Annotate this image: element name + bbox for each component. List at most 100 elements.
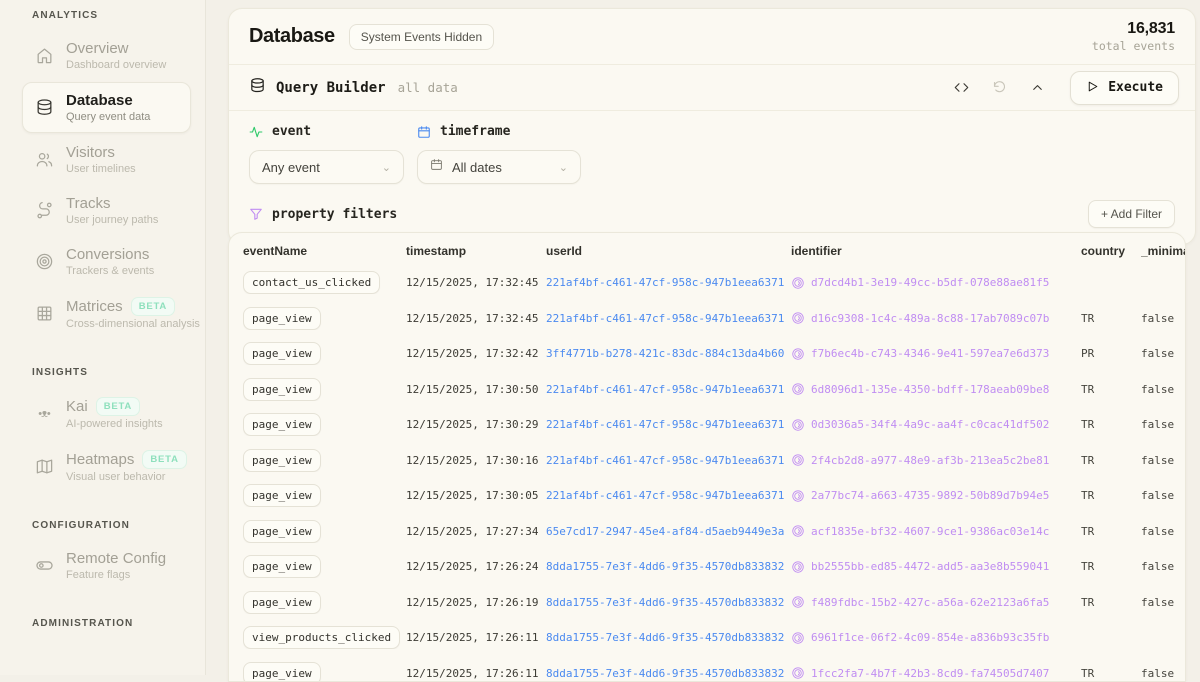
table-row[interactable]: page_view 12/15/2025, 17:30:29221af4bf-c4…: [229, 407, 1185, 443]
execute-button[interactable]: Execute: [1070, 71, 1179, 105]
beta-badge: BETA: [96, 397, 140, 416]
identifier-link[interactable]: f7b6ec4b-c743-4346-9e41-597ea7e6d373: [791, 347, 1081, 361]
sidebar-item-remote-config[interactable]: Remote ConfigFeature flags: [22, 541, 191, 590]
database-panel: Database System Events Hidden 16,831 tot…: [228, 8, 1196, 245]
sidebar-item-label: Conversions: [66, 246, 149, 263]
sidebar-item-matrices[interactable]: MatricesBETACross-dimensional analysis: [22, 288, 191, 339]
minimal-cell: false: [1141, 454, 1185, 467]
add-filter-button[interactable]: + Add Filter: [1088, 200, 1175, 228]
sidebar-item-tracks[interactable]: TracksUser journey paths: [22, 186, 191, 235]
sidebar-item-kai[interactable]: •ᴥ•KaiBETAAI-powered insights: [22, 388, 191, 439]
identifier-value: f489fdbc-15b2-427c-a56a-62e2123a6fa5: [811, 596, 1049, 609]
fingerprint-icon: [791, 311, 805, 325]
identifier-value: bb2555bb-ed85-4472-add5-aa3e8b559041: [811, 560, 1049, 573]
sidebar-item-database[interactable]: DatabaseQuery event data: [22, 82, 191, 133]
table-row[interactable]: page_view12/15/2025, 17:32:423ff4771b-b2…: [229, 336, 1185, 372]
table-row[interactable]: page_view 12/15/2025, 17:30:50221af4bf-c4…: [229, 372, 1185, 408]
table-row[interactable]: view_products_clicked12/15/2025, 17:26:1…: [229, 620, 1185, 656]
country-cell: TR: [1081, 667, 1141, 680]
user-id-link[interactable]: 8dda1755-7e3f-4dd6-9f35-4570db833832: [546, 596, 791, 609]
sidebar-item-subtitle: User journey paths: [66, 214, 158, 226]
event-select[interactable]: Any event ⌄: [249, 150, 404, 184]
table-row[interactable]: page_view12/15/2025, 17:30:16221af4bf-c4…: [229, 443, 1185, 479]
event-name-chip[interactable]: page_view: [243, 484, 321, 507]
timestamp-cell: 12/15/2025, 17:30:29: [406, 418, 546, 431]
sidebar-item-conversions[interactable]: Conversions Trackers & events: [22, 237, 191, 286]
event-name-chip[interactable]: page_view: [243, 662, 321, 682]
column-header-timestamp[interactable]: timestamp: [406, 244, 546, 258]
event-name-chip[interactable]: contact_us_clicked: [243, 271, 380, 294]
table-row[interactable]: page_view 12/15/2025, 17:26:118dda1755-7e…: [229, 656, 1185, 682]
user-id-link[interactable]: 8dda1755-7e3f-4dd6-9f35-4570db833832: [546, 667, 791, 680]
fingerprint-icon: [791, 524, 805, 538]
identifier-link[interactable]: 0d3036a5-34f4-4a9c-aa4f-c0cac41df502: [791, 418, 1081, 432]
column-header-eventname[interactable]: eventName: [243, 244, 406, 258]
timestamp-cell: 12/15/2025, 17:27:34: [406, 525, 546, 538]
identifier-value: 2f4cb2d8-a977-48e9-af3b-213ea5c2be81: [811, 454, 1049, 467]
sidebar-item-label: Visitors: [66, 144, 115, 161]
identifier-link[interactable]: 6961f1ce-06f2-4c09-854e-a836b93c35fb: [791, 631, 1081, 645]
event-name-chip[interactable]: page_view: [243, 591, 321, 614]
column-header-minimal[interactable]: _minimal: [1141, 244, 1185, 258]
page-header: Database System Events Hidden 16,831 tot…: [229, 9, 1195, 65]
event-field-label: event: [249, 124, 417, 139]
system-events-hidden-badge[interactable]: System Events Hidden: [349, 24, 494, 50]
event-name-chip[interactable]: page_view: [243, 449, 321, 472]
event-name-chip[interactable]: page_view: [243, 378, 321, 401]
timeframe-select[interactable]: All dates ⌄: [417, 150, 581, 184]
identifier-link[interactable]: 2a77bc74-a663-4735-9892-50b89d7b94e5: [791, 489, 1081, 503]
event-name-chip[interactable]: page_view: [243, 307, 321, 330]
table-row[interactable]: page_view12/15/2025, 17:26:198dda1755-7e…: [229, 585, 1185, 621]
identifier-link[interactable]: bb2555bb-ed85-4472-add5-aa3e8b559041: [791, 560, 1081, 574]
table-row[interactable]: page_view 12/15/2025, 17:32:45221af4bf-c4…: [229, 301, 1185, 337]
timestamp-cell: 12/15/2025, 17:32:45: [406, 312, 546, 325]
user-id-link[interactable]: 221af4bf-c461-47cf-958c-947b1eea6371: [546, 418, 791, 431]
user-id-link[interactable]: 3ff4771b-b278-421c-83dc-884c13da4b60: [546, 347, 791, 360]
query-builder-bar: Query Builder all data Execute: [229, 65, 1195, 111]
table-body: contact_us_clicked12/15/2025, 17:32:4522…: [229, 265, 1185, 682]
user-id-link[interactable]: 221af4bf-c461-47cf-958c-947b1eea6371: [546, 276, 791, 289]
table-row[interactable]: page_view12/15/2025, 17:26:248dda1755-7e…: [229, 549, 1185, 585]
column-header-country[interactable]: country: [1081, 244, 1141, 258]
event-name-chip[interactable]: view_products_clicked: [243, 626, 400, 649]
event-name-chip[interactable]: page_view: [243, 413, 321, 436]
event-name-chip[interactable]: page_view: [243, 520, 321, 543]
section-label-insights: INSIGHTS: [32, 367, 189, 378]
column-header-userid[interactable]: userId: [546, 244, 791, 258]
identifier-link[interactable]: f489fdbc-15b2-427c-a56a-62e2123a6fa5: [791, 595, 1081, 609]
event-name-chip[interactable]: page_view: [243, 342, 321, 365]
user-id-link[interactable]: 221af4bf-c461-47cf-958c-947b1eea6371: [546, 312, 791, 325]
timestamp-cell: 12/15/2025, 17:30:50: [406, 383, 546, 396]
chevron-down-icon: ⌄: [559, 161, 568, 174]
timestamp-cell: 12/15/2025, 17:26:11: [406, 667, 546, 680]
identifier-link[interactable]: d16c9308-1c4c-489a-8c88-17ab7089c07b: [791, 311, 1081, 325]
section-label-configuration: CONFIGURATION: [32, 520, 189, 531]
column-header-identifier[interactable]: identifier: [791, 244, 1081, 258]
user-id-link[interactable]: 8dda1755-7e3f-4dd6-9f35-4570db833832: [546, 631, 791, 644]
table-row[interactable]: page_view 12/15/2025, 17:27:3465e7cd17-29…: [229, 514, 1185, 550]
user-id-link[interactable]: 221af4bf-c461-47cf-958c-947b1eea6371: [546, 383, 791, 396]
database-icon: [249, 77, 266, 99]
sidebar-item-heatmaps[interactable]: HeatmapsBETAVisual user behavior: [22, 441, 191, 492]
identifier-value: d16c9308-1c4c-489a-8c88-17ab7089c07b: [811, 312, 1049, 325]
table-header-row: eventName timestamp userId identifier co…: [229, 233, 1185, 265]
user-id-link[interactable]: 8dda1755-7e3f-4dd6-9f35-4570db833832: [546, 560, 791, 573]
user-id-link[interactable]: 221af4bf-c461-47cf-958c-947b1eea6371: [546, 489, 791, 502]
code-view-icon[interactable]: [942, 73, 980, 103]
user-id-link[interactable]: 65e7cd17-2947-45e4-af84-d5aeb9449e3a: [546, 525, 791, 538]
user-id-link[interactable]: 221af4bf-c461-47cf-958c-947b1eea6371: [546, 454, 791, 467]
table-row[interactable]: page_view12/15/2025, 17:30:05221af4bf-c4…: [229, 478, 1185, 514]
identifier-link[interactable]: d7dcd4b1-3e19-49cc-b5df-078e88ae81f5: [791, 276, 1081, 290]
sidebar-item-visitors[interactable]: VisitorsUser timelines: [22, 135, 191, 184]
identifier-link[interactable]: 1fcc2fa7-4b7f-42b3-8cd9-fa74505d7407: [791, 666, 1081, 680]
event-name-chip[interactable]: page_view: [243, 555, 321, 578]
identifier-link[interactable]: 2f4cb2d8-a977-48e9-af3b-213ea5c2be81: [791, 453, 1081, 467]
table-row[interactable]: contact_us_clicked12/15/2025, 17:32:4522…: [229, 265, 1185, 301]
fingerprint-icon: [791, 453, 805, 467]
identifier-link[interactable]: 6d8096d1-135e-4350-bdff-178aeab09be8: [791, 382, 1081, 396]
identifier-link[interactable]: acf1835e-bf32-4607-9ce1-9386ac03e14c: [791, 524, 1081, 538]
reset-icon[interactable]: [980, 73, 1018, 103]
sidebar-item-subtitle: Trackers & events: [66, 265, 154, 277]
sidebar-item-overview[interactable]: OverviewDashboard overview: [22, 31, 191, 80]
collapse-chevron-icon[interactable]: [1018, 73, 1056, 103]
